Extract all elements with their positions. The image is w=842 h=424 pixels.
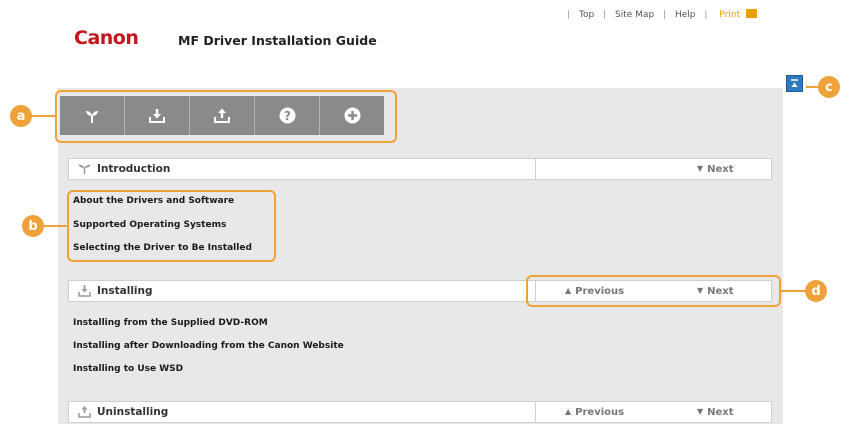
triangle-down-icon: ▼ [697,407,704,416]
previous-link[interactable]: ▲ Previous [565,407,624,418]
callout-badge-d: d [805,280,827,302]
header: Canon MF Driver Installation Guide | Top… [58,0,783,88]
link-installing-dvd[interactable]: Installing from the Supplied DVD-ROM [73,318,268,328]
upload-icon [78,406,91,418]
callout-box-a [55,90,397,143]
print-link[interactable]: Print [716,9,760,20]
top-links: | Top | Site Map | Help | Print [564,9,763,20]
back-to-top-button[interactable] [786,75,803,92]
divider [535,402,536,422]
callout-badge-c: c [818,76,840,98]
callout-badge-a: a [10,105,32,127]
help-link[interactable]: Help [675,10,696,20]
divider [535,159,536,179]
callout-box-b [67,190,276,262]
top-link[interactable]: Top [579,10,594,20]
next-link[interactable]: ▼ Next [697,164,734,175]
link-installing-download[interactable]: Installing after Downloading from the Ca… [73,341,344,351]
print-icon [746,9,757,18]
next-link[interactable]: ▼ Next [697,407,734,418]
canon-logo[interactable]: Canon [74,27,139,49]
link-installing-wsd[interactable]: Installing to Use WSD [73,364,183,374]
triangle-down-icon: ▼ [697,164,704,173]
section-title[interactable]: Installing [97,285,153,297]
arrow-up-icon [791,79,798,87]
section-introduction: Introduction ▼ Next [68,158,772,180]
sitemap-link[interactable]: Site Map [615,10,654,20]
guide-title: MF Driver Installation Guide [178,33,377,48]
sprout-icon [78,164,91,174]
callout-badge-b: b [22,215,44,237]
callout-box-d [526,275,781,307]
section-uninstalling: Uninstalling ▲ Previous ▼ Next [68,401,772,423]
section-title[interactable]: Introduction [97,163,170,175]
callout-line-b [42,225,69,227]
triangle-up-icon: ▲ [565,407,572,416]
callout-line-a [30,115,57,117]
section-title[interactable]: Uninstalling [97,406,168,418]
download-icon [78,285,91,297]
